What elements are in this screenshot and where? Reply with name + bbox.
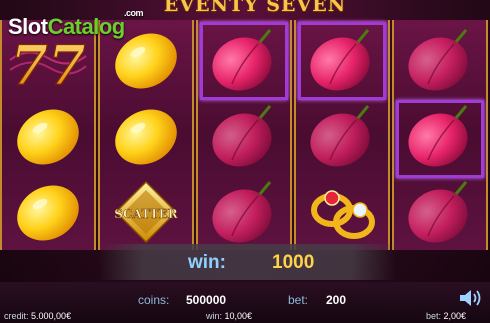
win-bar <box>98 244 396 280</box>
win-small-value: 10,00€ <box>224 311 253 321</box>
win-highlight <box>396 100 484 178</box>
coins-value[interactable]: 500000 <box>186 293 226 307</box>
win-small-label: win: <box>206 311 223 321</box>
plum-icon <box>212 181 272 243</box>
win-value: 1000 <box>272 252 315 273</box>
win-readout: win: 10,00€ <box>206 311 252 321</box>
bet-readout: bet: 2,00€ <box>426 311 466 321</box>
ring-icon <box>311 190 375 239</box>
plum-icon <box>310 105 370 167</box>
lemon-icon <box>17 109 79 165</box>
watermark-logo: SlotCatalog .com <box>8 8 144 42</box>
game-title: EVENTY SEVEN <box>163 0 347 16</box>
bet-small-label: bet: <box>426 311 442 321</box>
watermark-com: .com <box>124 8 144 18</box>
reel-5-row-3 <box>394 174 486 250</box>
speaker-icon[interactable] <box>458 288 484 308</box>
plum-icon <box>408 181 468 243</box>
reel-4-row-2 <box>296 98 388 174</box>
reel-5-row-1 <box>394 22 486 98</box>
reel-3-row-3 <box>198 174 290 250</box>
reel-2-row-2 <box>100 98 192 174</box>
watermark-slot: Slot <box>8 14 48 39</box>
plum-icon <box>212 105 272 167</box>
plum-icon <box>408 29 468 91</box>
coins-label: coins: <box>138 293 170 307</box>
reel-1: 77 <box>0 20 96 250</box>
bet-small-value: 2,00€ <box>443 311 467 321</box>
lemon-icon <box>115 109 177 165</box>
bet-value[interactable]: 200 <box>326 293 346 307</box>
win-highlight <box>200 22 288 100</box>
credit-label: credit: <box>4 311 29 321</box>
reel-1-row-2 <box>2 98 94 174</box>
win-label: win: <box>188 252 226 273</box>
svg-text:77: 77 <box>10 33 85 94</box>
win-highlight <box>298 22 386 100</box>
watermark-catalog: Catalog <box>47 14 126 39</box>
credit-readout: credit: 5.000,00€ <box>4 311 71 321</box>
scatter-icon: SCATTER <box>114 180 179 244</box>
svg-text:SCATTER: SCATTER <box>114 207 178 221</box>
reel-4-row-3 <box>296 174 388 250</box>
credit-value: 5.000,00€ <box>31 311 72 321</box>
reel-2-row-3: SCATTER <box>100 174 192 250</box>
bet-label: bet: <box>288 293 309 307</box>
reel-2: SCATTER <box>98 20 194 250</box>
reel-3-row-2 <box>198 98 290 174</box>
lemon-icon <box>17 185 79 241</box>
reels-area: 77 SCATTER <box>0 20 490 250</box>
reel-1-row-3 <box>2 174 94 250</box>
